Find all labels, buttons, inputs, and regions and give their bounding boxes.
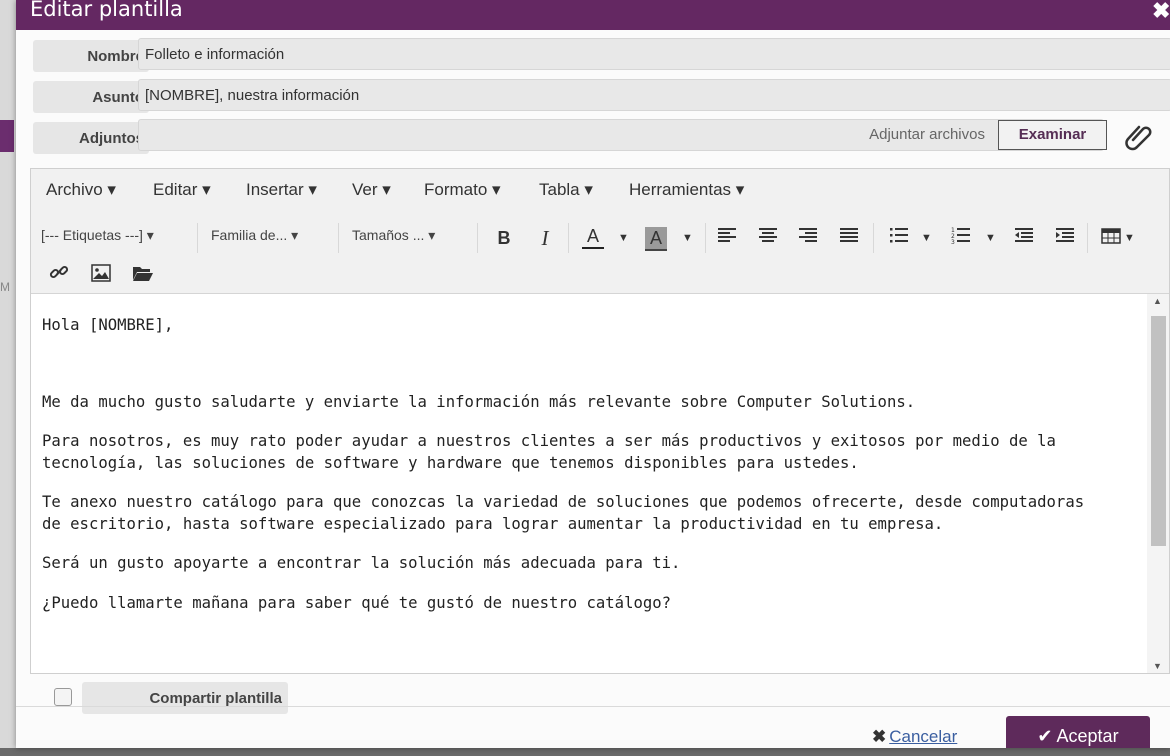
rich-text-editor: Archivo ▾ Editar ▾ Insertar ▾ Ver ▾ Form… (30, 168, 1170, 674)
paperclip-icon[interactable] (1122, 120, 1154, 152)
body-paragraph: Te anexo nuestro catálogo para que conoz… (42, 493, 1085, 533)
menu-ver[interactable]: Ver ▾ (352, 180, 391, 200)
toolbar-divider (1087, 223, 1088, 253)
name-field[interactable]: Folleto e información (138, 38, 1170, 70)
menu-herramientas[interactable]: Herramientas ▾ (629, 180, 744, 200)
outdent-icon[interactable] (1012, 223, 1036, 253)
share-template-checkbox[interactable] (54, 688, 72, 706)
image-icon[interactable] (89, 261, 113, 291)
editor-menubar: Archivo ▾ Editar ▾ Insertar ▾ Ver ▾ Form… (31, 169, 1169, 211)
font-family-select[interactable]: Familia de... ▾ (211, 227, 298, 244)
close-icon: ✖ (872, 727, 887, 746)
menu-insertar[interactable]: Insertar ▾ (246, 180, 317, 200)
close-button[interactable]: ✖ (1152, 0, 1170, 24)
body-paragraph: ¿Puedo llamarte mañana para saber qué te… (42, 594, 672, 612)
body-greeting: Hola [NOMBRE], (42, 316, 174, 334)
tags-select[interactable]: [--- Etiquetas ---] ▾ (41, 227, 154, 244)
menu-tabla[interactable]: Tabla ▾ (539, 180, 593, 200)
text-color-dropdown[interactable]: ▼ (618, 223, 629, 253)
font-size-select[interactable]: Tamaños ... ▾ (352, 227, 435, 244)
menu-editar[interactable]: Editar ▾ (153, 180, 211, 200)
bold-icon[interactable]: B (493, 223, 515, 253)
footer-divider (16, 706, 1170, 707)
body-paragraph: Será un gusto apoyarte a encontrar la so… (42, 554, 681, 572)
bullet-list-dropdown[interactable]: ▼ (921, 223, 932, 253)
align-center-icon[interactable] (756, 223, 780, 253)
body-paragraph: Me da mucho gusto saludarte y enviarte l… (42, 393, 916, 411)
scroll-down-icon[interactable]: ▼ (1153, 661, 1162, 671)
toolbar-divider (873, 223, 874, 253)
subject-field[interactable]: [NOMBRE], nuestra información (138, 79, 1170, 111)
toolbar-divider (197, 223, 198, 253)
align-justify-icon[interactable] (837, 223, 861, 253)
dialog-titlebar: Editar plantilla ✖ (16, 0, 1170, 30)
align-right-icon[interactable] (796, 223, 820, 253)
toolbar-divider (338, 223, 339, 253)
menu-formato[interactable]: Formato ▾ (424, 180, 501, 200)
background-text: M (0, 280, 10, 294)
body-paragraph: Para nosotros, es muy rato poder ayudar … (42, 432, 1056, 472)
attachments-field[interactable]: Adjuntar archivos (138, 119, 1104, 151)
toolbar-divider (477, 223, 478, 253)
italic-icon[interactable]: I (534, 223, 556, 253)
background-page: M (0, 0, 16, 748)
highlight-color-icon[interactable]: A (645, 227, 667, 251)
attachments-label: Adjuntos (33, 122, 149, 154)
svg-text:3: 3 (951, 239, 955, 244)
edit-template-dialog: Editar plantilla ✖ Nombre Folleto e info… (16, 0, 1170, 748)
editor-toolbar: [--- Etiquetas ---] ▾ Familia de... ▾ Ta… (31, 211, 1169, 294)
name-label: Nombre (33, 40, 149, 72)
table-dropdown[interactable]: ▼ (1124, 223, 1135, 253)
background-accent (0, 120, 14, 152)
indent-icon[interactable] (1053, 223, 1077, 253)
bullet-list-icon[interactable] (887, 223, 911, 253)
accept-button[interactable]: ✔ Aceptar (1006, 716, 1150, 748)
table-icon[interactable] (1099, 223, 1123, 253)
toolbar-divider (568, 223, 569, 253)
subject-label: Asunto (33, 81, 149, 113)
align-left-icon[interactable] (715, 223, 739, 253)
share-template-label: Compartir plantilla (82, 682, 288, 714)
browse-button[interactable]: Examinar (998, 120, 1107, 150)
toolbar-divider (705, 223, 706, 253)
highlight-dropdown[interactable]: ▼ (682, 223, 693, 253)
numbered-list-dropdown[interactable]: ▼ (985, 223, 996, 253)
scroll-up-icon[interactable]: ▲ (1153, 296, 1162, 306)
text-color-icon[interactable]: A (582, 223, 604, 249)
folder-open-icon[interactable] (130, 261, 156, 291)
menu-archivo[interactable]: Archivo ▾ (46, 180, 116, 200)
attach-files-hint: Adjuntar archivos (869, 126, 985, 143)
check-icon: ✔ (1037, 726, 1053, 746)
link-icon[interactable] (47, 261, 71, 291)
numbered-list-icon[interactable]: 123 (949, 223, 973, 253)
editor-content[interactable]: Hola [NOMBRE], Me da mucho gusto saludar… (31, 294, 1147, 673)
cancel-button[interactable]: ✖ Cancelar (872, 727, 957, 747)
scrollbar-thumb[interactable] (1151, 316, 1166, 546)
dialog-title: Editar plantilla (30, 0, 183, 21)
editor-scrollbar[interactable]: ▲ ▼ (1147, 294, 1169, 673)
